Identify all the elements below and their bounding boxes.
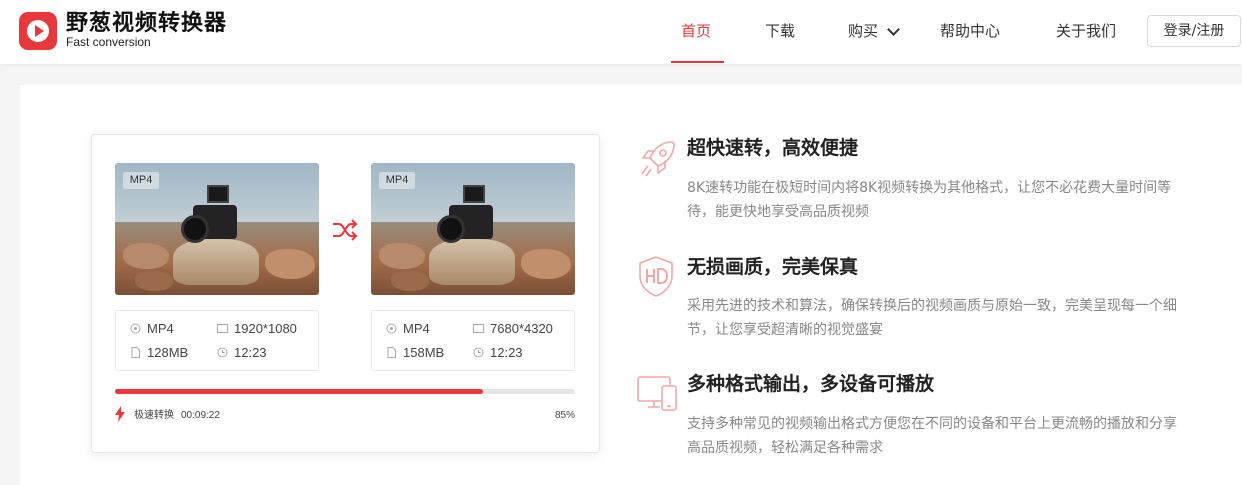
source-video-thumbnail: MP4 (115, 163, 319, 295)
feature-desc-speed-line2: 待，能更快地享受高品质视频 (687, 204, 869, 220)
rocket-icon (641, 141, 675, 177)
clock-icon (217, 347, 228, 358)
target-video-thumbnail: MP4 (371, 163, 575, 295)
progress-percent: 85% (554, 410, 575, 421)
elapsed-time: 00:09:22 (181, 410, 220, 421)
feature-title-speed: 超快速转，高效便捷 (687, 137, 859, 159)
target-info-panel: MP4 7680*4320 158MB 12:23 (371, 310, 575, 371)
source-resolution: 1920*1080 (234, 321, 297, 336)
resolution-icon (217, 324, 228, 333)
speed-label: 极速转换 (134, 410, 174, 421)
file-size-icon (387, 347, 396, 358)
nav-download[interactable]: 下载 (765, 21, 795, 41)
format-badge: MP4 (123, 172, 159, 189)
target-duration: 12:23 (490, 345, 523, 360)
file-size-icon (131, 347, 140, 358)
app-title[interactable]: 野葱视频转换器 (66, 11, 227, 37)
top-header: 野葱视频转换器 Fast conversion 首页 下载 购买 帮助中心 关于… (0, 0, 1242, 64)
app-subtitle: Fast conversion (66, 35, 151, 49)
source-size: 128MB (147, 345, 189, 360)
lightning-icon (115, 406, 125, 422)
nav-home[interactable]: 首页 (681, 21, 711, 41)
feature-desc-quality-line2: 节，让您享受超清晰的视觉盛宴 (687, 322, 883, 338)
clock-icon (473, 347, 484, 358)
format-badge: MP4 (379, 172, 415, 189)
chevron-down-icon[interactable] (887, 23, 900, 36)
feature-desc-formats-line2: 高品质视频，轻松满足各种需求 (687, 440, 883, 456)
play-logo-icon[interactable] (19, 12, 57, 50)
feature-title-formats: 多种格式输出，多设备可播放 (687, 373, 935, 395)
nav-about[interactable]: 关于我们 (1056, 21, 1116, 41)
source-format: MP4 (147, 321, 174, 336)
source-duration: 12:23 (234, 345, 267, 360)
resolution-icon (473, 324, 484, 333)
nav-help[interactable]: 帮助中心 (940, 21, 1000, 41)
nav-active-underline (671, 61, 724, 63)
format-icon (130, 323, 141, 334)
nav-buy[interactable]: 购买 (848, 21, 878, 41)
target-format: MP4 (403, 321, 430, 336)
format-icon (386, 323, 397, 334)
login-button[interactable]: 登录/注册 (1147, 15, 1241, 47)
feature-desc-speed-line1: 8K速转功能在极短时间内将8K视频转换为其他格式，让您不必花费大量时间等 (687, 180, 1172, 196)
feature-desc-formats-line1: 支持多种常见的视频输出格式方便您在不同的设备和平台上更流畅的播放和分享 (687, 416, 1177, 432)
feature-desc-quality-line1: 采用先进的技术和算法，确保转换后的视频画质与原始一致，完美呈现每一个细 (687, 298, 1177, 314)
conversion-progress-bar (115, 389, 575, 394)
target-resolution: 7680*4320 (490, 321, 553, 336)
target-size: 158MB (403, 345, 445, 360)
hd-shield-icon (639, 256, 673, 297)
convert-arrows-icon (333, 219, 358, 241)
feature-title-quality: 无损画质，完美保真 (687, 256, 859, 278)
progress-fill (115, 389, 483, 394)
devices-icon (637, 376, 677, 411)
source-info-panel: MP4 1920*1080 128MB 12:23 (115, 310, 319, 371)
